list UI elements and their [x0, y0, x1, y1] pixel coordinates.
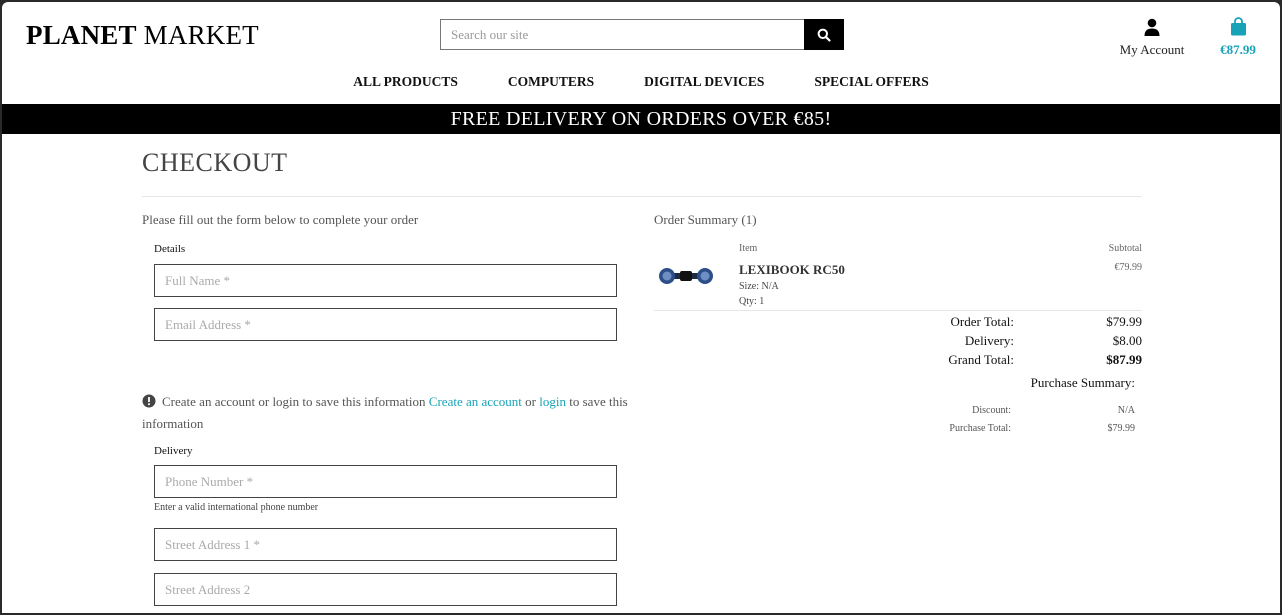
brand-bold: PLANET	[26, 20, 137, 50]
phone-number-field[interactable]	[154, 465, 617, 498]
grand-total-value: $87.99	[1106, 352, 1142, 367]
create-account-link[interactable]: Create an account	[429, 394, 522, 409]
product-name: LEXIBOOK RC50	[739, 262, 845, 277]
main-nav: ALL PRODUCTS COMPUTERS DIGITAL DEVICES S…	[2, 74, 1280, 90]
brand-logo[interactable]: PLANET MARKET	[26, 20, 259, 51]
product-subtotal: €79.99	[1114, 262, 1143, 273]
grand-total-label: Grand Total:	[948, 352, 1014, 367]
delivery-label: Delivery	[154, 445, 193, 457]
delivery-cost-label: Delivery:	[964, 333, 1014, 348]
my-account-label: My Account	[1119, 42, 1185, 57]
purchase-total-value: $79.99	[1107, 423, 1136, 434]
discount-label: Discount:	[972, 405, 1011, 416]
shopping-bag-link[interactable]: €87.99	[1208, 12, 1268, 58]
bag-total: €87.99	[1220, 42, 1256, 57]
page-title: CHECKOUT	[142, 148, 288, 177]
note-text: Create an account or login to save this …	[162, 394, 426, 409]
info-icon	[142, 394, 156, 414]
product-size: Size: N/A	[739, 281, 779, 292]
email-field[interactable]	[154, 308, 617, 341]
form-intro: Please fill out the form below to comple…	[142, 212, 419, 227]
browser-page: PLANET MARKET My Account €87.99	[2, 2, 1280, 613]
product-image[interactable]	[656, 264, 716, 293]
account-note: Create an account or login to save this …	[142, 392, 632, 434]
my-account-link[interactable]: My Account	[1114, 12, 1190, 58]
login-link[interactable]: login	[539, 394, 566, 409]
order-total-label: Order Total:	[950, 314, 1014, 329]
purchase-total-label: Purchase Total:	[949, 423, 1011, 434]
product-qty: Qty: 1	[739, 296, 765, 307]
search-bar	[440, 19, 844, 50]
delivery-cost-value: $8.00	[1112, 333, 1142, 348]
delivery-banner: FREE DELIVERY ON ORDERS OVER €85!	[2, 104, 1280, 134]
title-divider	[142, 196, 1142, 197]
nav-all-products[interactable]: ALL PRODUCTS	[353, 74, 458, 90]
details-label: Details	[154, 243, 186, 255]
summary-divider	[654, 310, 1142, 311]
full-name-field[interactable]	[154, 264, 617, 297]
user-icon	[1144, 18, 1160, 36]
order-total-value: $79.99	[1106, 314, 1142, 329]
brand-rest: MARKET	[143, 20, 259, 50]
nav-digital-devices[interactable]: DIGITAL DEVICES	[644, 74, 764, 90]
search-input[interactable]	[440, 19, 804, 50]
search-icon	[817, 28, 831, 42]
discount-value: N/A	[1117, 405, 1135, 416]
column-subtotal-header: Subtotal	[1108, 243, 1142, 254]
search-button[interactable]	[804, 19, 844, 50]
phone-hint: Enter a valid international phone number	[154, 502, 319, 513]
shopping-bag-icon	[1230, 17, 1246, 36]
nav-computers[interactable]: COMPUTERS	[508, 74, 594, 90]
column-item-header: Item	[739, 243, 758, 254]
order-summary-heading: Order Summary (1)	[654, 212, 757, 227]
note-or: or	[525, 394, 537, 409]
street-address-2-field[interactable]	[154, 573, 617, 606]
purchase-summary-heading: Purchase Summary:	[1030, 375, 1135, 390]
street-address-1-field[interactable]	[154, 528, 617, 561]
nav-special-offers[interactable]: SPECIAL OFFERS	[814, 74, 928, 90]
